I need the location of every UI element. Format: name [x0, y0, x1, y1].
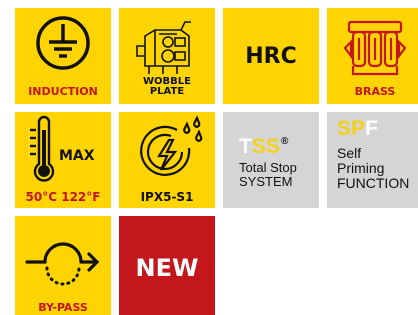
tss-logo-ss: SS: [251, 135, 280, 158]
wobble-plate-label-line2: PLATE: [149, 86, 185, 97]
tss-registered-mark: ®: [281, 136, 289, 147]
tss-line2: SYSTEM: [239, 174, 293, 189]
brass-label: BRASS: [354, 85, 396, 98]
tile-bypass: BY-PASS: [15, 216, 111, 315]
spf-line1: Self: [337, 145, 362, 161]
spf-logo: SPF: [337, 118, 378, 139]
tile-spf: SPF Self Priming FUNCTION: [327, 112, 418, 208]
tile-tss: TSS ® Total Stop SYSTEM: [223, 112, 319, 208]
max-label: MAX: [59, 148, 95, 164]
tile-ipx5: IPX5-S1: [119, 112, 215, 208]
tss-logo: TSS: [239, 136, 280, 157]
spf-logo-s: S: [337, 117, 352, 140]
spf-logo-f: F: [365, 117, 378, 140]
bypass-arrow-icon: [25, 242, 100, 286]
tile-brass: BRASS: [327, 8, 418, 104]
hrc-text: HRC: [245, 44, 297, 69]
tile-hrc: HRC: [223, 8, 319, 104]
temperature-label: 50°C 122°F: [25, 190, 101, 204]
spf-line2: Priming: [337, 160, 385, 176]
tile-new: NEW: [119, 216, 215, 315]
tss-logo-t: T: [239, 135, 252, 158]
ipx5-label: IPX5-S1: [140, 190, 194, 204]
spf-line3: FUNCTION: [337, 175, 410, 191]
tss-line1: Total Stop: [239, 160, 297, 175]
spf-logo-p: P: [351, 117, 366, 140]
new-text: NEW: [135, 254, 199, 282]
tile-max-temperature: MAX 50°C 122°F: [15, 112, 111, 208]
tile-wobble-plate: WOBBLE PLATE: [119, 8, 215, 104]
tile-induction: INDUCTION: [15, 8, 111, 104]
induction-label: INDUCTION: [28, 85, 98, 98]
bypass-label: BY-PASS: [38, 301, 88, 314]
